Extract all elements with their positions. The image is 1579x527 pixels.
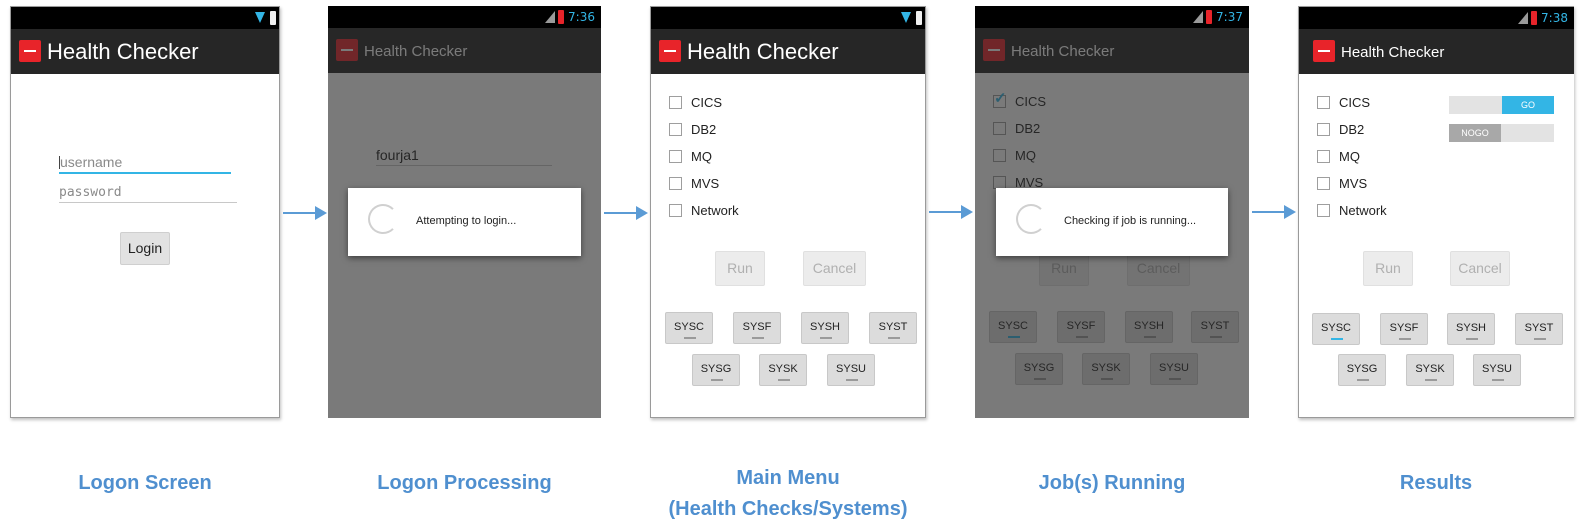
- check-label: CICS: [691, 95, 723, 110]
- login-button[interactable]: Login: [120, 232, 170, 265]
- status-bar: 7:37: [975, 6, 1249, 28]
- system-button-sysk[interactable]: SYSK: [1406, 354, 1454, 386]
- check-label: DB2: [691, 122, 717, 137]
- checkbox[interactable]: [1317, 204, 1330, 217]
- results-content: CICS DB2 MQ MVS Network GO NOGO Run Canc…: [1299, 74, 1574, 417]
- signal-icon: [1193, 11, 1203, 23]
- caption-logon-screen: Logon Screen: [78, 472, 212, 494]
- checkbox[interactable]: [1317, 123, 1330, 136]
- system-button-sysc[interactable]: SYSC: [665, 312, 713, 344]
- caption-jobs-running: Job(s) Running: [1038, 472, 1186, 494]
- cancel-button[interactable]: Cancel: [803, 251, 866, 286]
- check-label: MVS: [1339, 176, 1368, 191]
- system-button-sysf[interactable]: SYSF: [1380, 313, 1428, 345]
- checkbox[interactable]: [669, 204, 682, 217]
- app-logo-icon: [1313, 40, 1335, 62]
- caption-main-menu-line2: (Health Checks/Systems): [668, 498, 908, 520]
- check-label: DB2: [1339, 122, 1365, 137]
- action-bar: Health Checker: [651, 29, 925, 74]
- check-label: Network: [691, 203, 739, 218]
- checkbox[interactable]: [669, 96, 682, 109]
- status-bar: 7:38: [1299, 7, 1574, 29]
- spinner-icon: [368, 204, 398, 234]
- run-button[interactable]: Run: [715, 251, 765, 286]
- action-bar: Health Checker: [11, 29, 279, 74]
- system-button-sysf[interactable]: SYSF: [733, 312, 781, 344]
- flow-arrow-icon: [283, 206, 327, 220]
- app-title: Health Checker: [1341, 44, 1445, 61]
- app-logo-icon: [659, 40, 681, 62]
- processing-screen: 7:36 Health Checker fourja1 Attempting t…: [328, 6, 601, 418]
- status-bar: [651, 7, 925, 29]
- check-label: MQ: [691, 149, 712, 164]
- battery-icon: [1206, 10, 1212, 24]
- spinner-icon: [1016, 204, 1046, 234]
- dialog-message: Checking if job is running...: [1064, 215, 1197, 227]
- job-progress-dialog: Checking if job is running...: [996, 188, 1228, 256]
- nogo-indicator: NOGO: [1449, 124, 1501, 142]
- check-label: MQ: [1339, 149, 1360, 164]
- system-button-syst[interactable]: SYST: [1515, 313, 1563, 345]
- clock: 7:37: [1216, 10, 1243, 24]
- logon-screen: Health Checker username password Login: [10, 6, 280, 418]
- cics-result-toggle[interactable]: GO: [1449, 96, 1554, 114]
- username-field[interactable]: username: [59, 154, 231, 174]
- checkbox[interactable]: [669, 150, 682, 163]
- battery-icon: [916, 11, 922, 25]
- caption-main-menu-line1: Main Menu: [736, 467, 840, 489]
- checkbox[interactable]: [669, 177, 682, 190]
- running-screen: 7:37 Health Checker ✓CICS DB2 MQ MVS Run…: [975, 6, 1249, 418]
- status-bar: [11, 7, 279, 29]
- wifi-icon: [255, 12, 265, 24]
- battery-icon: [558, 10, 564, 24]
- flow-arrow-icon: [1252, 205, 1296, 219]
- app-title: Health Checker: [47, 39, 199, 64]
- check-label: MVS: [691, 176, 720, 191]
- checkbox[interactable]: [1317, 96, 1330, 109]
- checkbox[interactable]: [1317, 150, 1330, 163]
- password-placeholder: password: [59, 185, 122, 200]
- app-title: Health Checker: [687, 39, 839, 64]
- dialog-message: Attempting to login...: [416, 215, 517, 227]
- system-button-sysh[interactable]: SYSH: [801, 312, 849, 344]
- cancel-button[interactable]: Cancel: [1450, 251, 1510, 286]
- main-menu-screen: Health Checker CICS DB2 MQ MVS Network R…: [650, 6, 926, 418]
- go-indicator: GO: [1502, 96, 1554, 114]
- db2-result-toggle[interactable]: NOGO: [1449, 124, 1554, 142]
- main-menu-content: CICS DB2 MQ MVS Network Run Cancel SYSC …: [651, 74, 925, 417]
- check-label: Network: [1339, 203, 1387, 218]
- app-logo-icon: [19, 40, 41, 62]
- system-button-sysk[interactable]: SYSK: [759, 354, 807, 386]
- checkbox[interactable]: [1317, 177, 1330, 190]
- run-button[interactable]: Run: [1363, 251, 1413, 286]
- system-button-sysu[interactable]: SYSU: [1473, 354, 1521, 386]
- results-screen: 7:38 Health Checker CICS DB2 MQ MVS Netw…: [1298, 6, 1574, 418]
- action-bar: Health Checker: [1299, 29, 1574, 74]
- signal-icon: [545, 11, 555, 23]
- caption-main-menu: Main Menu (Health Checks/Systems): [650, 463, 926, 525]
- caption-logon-processing: Logon Processing: [377, 472, 552, 494]
- login-progress-dialog: Attempting to login...: [348, 188, 581, 256]
- system-button-syst[interactable]: SYST: [869, 312, 917, 344]
- battery-icon: [270, 11, 276, 25]
- clock: 7:36: [568, 10, 595, 24]
- username-placeholder: username: [60, 154, 123, 170]
- checkbox[interactable]: [669, 123, 682, 136]
- battery-icon: [1531, 11, 1537, 25]
- system-button-sysg[interactable]: SYSG: [1338, 354, 1386, 386]
- password-field[interactable]: password: [59, 185, 237, 203]
- flow-arrow-icon: [604, 206, 648, 220]
- system-button-sysc[interactable]: SYSC: [1312, 313, 1360, 345]
- logon-content: username password Login: [11, 74, 279, 417]
- system-button-sysu[interactable]: SYSU: [827, 354, 875, 386]
- status-bar: 7:36: [328, 6, 601, 28]
- wifi-icon: [901, 12, 911, 24]
- system-button-sysh[interactable]: SYSH: [1447, 313, 1495, 345]
- signal-icon: [1518, 12, 1528, 24]
- system-button-sysg[interactable]: SYSG: [692, 354, 740, 386]
- flow-arrow-icon: [929, 205, 973, 219]
- check-label: CICS: [1339, 95, 1371, 110]
- clock: 7:38: [1541, 11, 1568, 25]
- caption-results: Results: [1399, 472, 1473, 494]
